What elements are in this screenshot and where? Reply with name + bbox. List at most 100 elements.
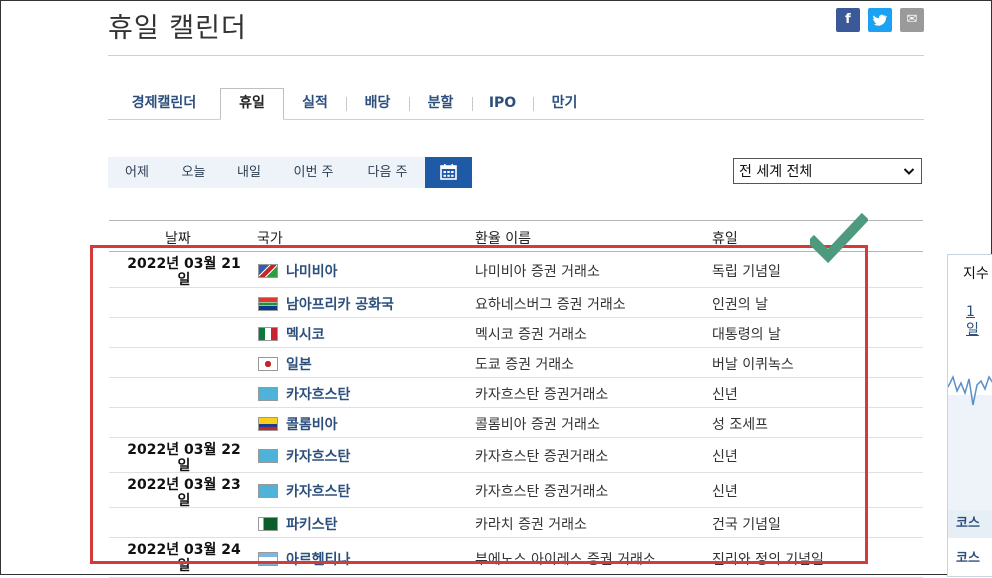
row-holiday: 버날 이퀴녹스 (712, 357, 794, 373)
table-row: 파키스탄 카라치 증권 거래소 건국 기념일 (109, 508, 923, 538)
row-date: 2022년 03월 24 일 (109, 542, 259, 574)
mexico-flag-icon (258, 327, 278, 341)
row-holiday: 신년 (712, 387, 738, 403)
row-country-link[interactable]: 아르헨티나 (286, 549, 350, 569)
tab-holidays[interactable]: 휴일 (220, 88, 284, 120)
row-date: 2022년 03월 22 일 (109, 442, 259, 474)
row-country-link[interactable]: 콜롬비아 (286, 414, 338, 434)
holiday-table: 날짜 국가 환율 이름 휴일 2022년 03월 21 일 나미비아 나미비아 증권 … (109, 220, 923, 578)
table-row: 멕시코 멕시코 증권 거래소 대통령의 날 (109, 318, 923, 348)
row-date: 2022년 03월 23 일 (109, 477, 259, 509)
row-holiday: 인권의 날 (712, 297, 768, 313)
south-africa-flag-icon (258, 297, 278, 311)
row-holiday: 진리와 정의 기념일 (712, 552, 824, 568)
row-holiday: 대통령의 날 (712, 327, 781, 343)
side-panel: 지수 1 일 코스 코스 (947, 254, 992, 577)
table-row: 2022년 03월 22 일 카자흐스탄 카자흐스탄 증권거래소 신년 (109, 438, 923, 474)
row-country-link[interactable]: 카자흐스탄 (286, 384, 350, 404)
side-panel-period-line2: 일 (966, 322, 979, 338)
row-exchange: 카자흐스탄 증권거래소 (475, 484, 609, 500)
country-column-header[interactable]: 국가 (257, 228, 283, 248)
title-divider (108, 55, 924, 56)
holiday-column-header[interactable]: 휴일 (712, 228, 738, 248)
argentina-flag-icon (258, 552, 278, 566)
calendar-icon (440, 164, 457, 180)
row-holiday: 신년 (712, 449, 738, 465)
kazakhstan-flag-icon (258, 387, 278, 401)
table-row: 남아프리카 공화국 요하네스버그 증권 거래소 인권의 날 (109, 288, 923, 318)
tab-earnings[interactable]: 실적 (284, 89, 346, 118)
exchange-column-header[interactable]: 환율 이름 (475, 228, 531, 248)
table-row: 콜롬비아 콜롬비아 증권 거래소 성 조세프 (109, 408, 923, 438)
row-date: 2022년 03월 21 일 (109, 256, 259, 288)
row-date-line1: 2022년 03월 23 (127, 477, 241, 493)
row-exchange: 부에노스 아이레스 증권 거래소 (475, 552, 656, 568)
tab-ipo[interactable]: IPO (472, 89, 533, 118)
row-exchange: 콜롬비아 증권 거래소 (475, 417, 600, 433)
this-week-button[interactable]: 이번 주 (277, 157, 350, 188)
row-date-line2: 일 (177, 458, 191, 474)
table-row: 2022년 03월 24 일 아르헨티나 부에노스 아이레스 증권 거래소 진리와 정의… (109, 538, 923, 578)
side-panel-row-kospi[interactable]: 코스 (948, 510, 992, 538)
row-holiday: 성 조세프 (712, 417, 768, 433)
row-country-link[interactable]: 카자흐스탄 (286, 446, 350, 466)
row-exchange: 도쿄 증권 거래소 (475, 357, 575, 373)
row-exchange: 멕시코 증권 거래소 (475, 327, 587, 343)
row-date-line2: 일 (177, 272, 191, 288)
table-row: 2022년 03월 21 일 나미비아 나미비아 증권 거래소 독립 기념일 (109, 252, 923, 288)
table-header: 날짜 국가 환율 이름 휴일 (109, 220, 923, 252)
side-panel-period-link[interactable]: 1 일 (966, 303, 979, 339)
next-week-button[interactable]: 다음 주 (350, 157, 425, 188)
checkmark-icon (810, 212, 868, 264)
pakistan-flag-icon (258, 517, 278, 531)
holiday-rows: 2022년 03월 21 일 나미비아 나미비아 증권 거래소 독립 기념일 남아프리카 … (109, 252, 923, 578)
kazakhstan-flag-icon (258, 449, 278, 463)
row-date-line1: 2022년 03월 24 (127, 542, 241, 558)
date-column-header[interactable]: 날짜 (165, 228, 191, 248)
row-date-line2: 일 (177, 558, 191, 574)
tab-splits[interactable]: 분할 (409, 89, 472, 118)
table-row: 카자흐스탄 카자흐스탄 증권거래소 신년 (109, 378, 923, 408)
row-country-link[interactable]: 나미비아 (286, 261, 338, 281)
tab-expiration[interactable]: 만기 (533, 89, 596, 118)
twitter-share-icon[interactable] (868, 8, 892, 32)
table-row: 2022년 03월 23 일 카자흐스탄 카자흐스탄 증권거래소 신년 (109, 473, 923, 509)
yesterday-button[interactable]: 어제 (108, 157, 166, 188)
japan-flag-icon (258, 357, 278, 371)
email-share-icon[interactable]: ✉ (900, 8, 924, 32)
row-date-line1: 2022년 03월 22 (127, 442, 241, 458)
side-panel-period-line1: 1 (966, 304, 975, 320)
row-exchange: 카라치 증권 거래소 (475, 517, 587, 533)
namibia-flag-icon (258, 264, 278, 278)
row-country-link[interactable]: 멕시코 (286, 324, 325, 344)
row-holiday: 신년 (712, 484, 738, 500)
row-exchange: 카자흐스탄 증권거래소 (475, 449, 609, 465)
side-panel-row-kosdaq[interactable]: 코스 (948, 545, 992, 573)
row-holiday: 독립 기념일 (712, 264, 781, 280)
row-exchange: 요하네스버그 증권 거래소 (475, 297, 626, 313)
table-row: 일본 도쿄 증권 거래소 버날 이퀴녹스 (109, 348, 923, 378)
row-holiday: 건국 기념일 (712, 517, 781, 533)
row-exchange: 카자흐스탄 증권거래소 (475, 387, 609, 403)
today-button[interactable]: 오늘 (166, 157, 221, 188)
side-panel-chart (948, 374, 992, 515)
side-panel-title: 지수 (963, 266, 989, 282)
row-date-line2: 일 (177, 493, 191, 509)
calendar-picker-button[interactable] (425, 157, 472, 188)
tab-bar: 경제캘린더 휴일 실적 배당 분할 IPO 만기 (108, 88, 924, 120)
region-select-value: 전 세계 전체 (739, 164, 813, 180)
row-country-link[interactable]: 일본 (286, 354, 312, 374)
row-date-line1: 2022년 03월 21 (127, 256, 241, 272)
row-country-link[interactable]: 파키스탄 (286, 514, 338, 534)
chevron-down-icon (903, 159, 915, 194)
kazakhstan-flag-icon (258, 484, 278, 498)
row-exchange: 나미비아 증권 거래소 (475, 264, 600, 280)
page-title: 휴일 캘린더 (108, 13, 247, 44)
row-country-link[interactable]: 남아프리카 공화국 (286, 294, 394, 314)
tomorrow-button[interactable]: 내일 (221, 157, 277, 188)
tab-economic-calendar[interactable]: 경제캘린더 (108, 89, 220, 118)
row-country-link[interactable]: 카자흐스탄 (286, 481, 350, 501)
region-select[interactable]: 전 세계 전체 (733, 158, 922, 184)
tab-dividends[interactable]: 배당 (346, 89, 409, 118)
facebook-share-icon[interactable]: f (836, 8, 860, 32)
